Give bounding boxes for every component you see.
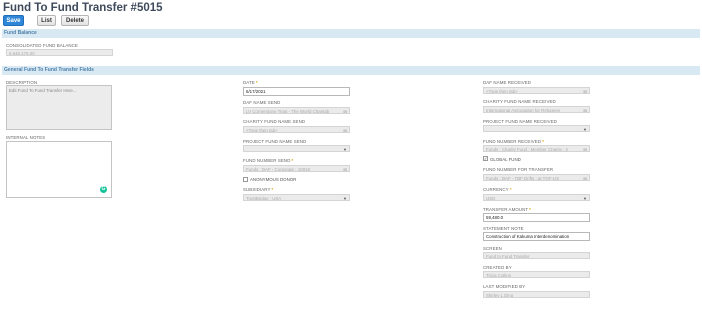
created-by-field: Tricia Collins — [483, 271, 590, 278]
page-title: Fund To Fund Transfer #5015 — [3, 2, 163, 14]
description-textarea[interactable]: Edit Fund To Fund Transfer Here... — [6, 85, 112, 130]
field-value: Shirley L Ding — [486, 293, 514, 298]
subsidiary-label: SUBSIDIARY* — [243, 187, 274, 192]
date-label: DATE* — [243, 80, 258, 85]
field-value: TrustBridge : USA — [246, 196, 282, 201]
fund-number-send-field[interactable]: Funds : DAF - Corporate : 10019 ▤ — [243, 165, 350, 172]
project-fund-name-send-select[interactable]: ▼ — [243, 145, 350, 152]
subsidiary-select[interactable]: TrustBridge : USA ▼ — [243, 194, 350, 201]
list-button[interactable]: List — [37, 15, 56, 26]
fund-number-received-label: FUND NUMBER RECEIVED* — [483, 139, 544, 144]
field-value: International Association for Refugees — [486, 108, 560, 113]
field-value: USD — [486, 196, 496, 201]
field-value: 6/17/2021 — [246, 89, 266, 94]
section-title: General Fund To Fund Transfer Fields — [4, 67, 94, 73]
internal-notes-textarea[interactable] — [6, 141, 112, 198]
delete-button[interactable]: Delete — [61, 15, 89, 26]
chevron-down-icon: ▼ — [343, 196, 347, 201]
section-header-fund-balance[interactable]: Fund Balance — [2, 29, 700, 38]
field-value: Funds : DAF - Corporate : 10019 — [246, 167, 310, 172]
field-value: Construction of Kakuma Interdenomination — [486, 234, 570, 239]
field-value: <Type then tab> — [246, 128, 278, 133]
charity-fund-name-received-field[interactable]: International Association for Refugees ▤ — [483, 106, 590, 113]
project-fund-name-send-label: PROJECT FUND NAME SEND — [243, 139, 307, 144]
statement-note-label: STATEMENT NOTE — [483, 226, 524, 231]
statement-note-field[interactable]: Construction of Kakuma Interdenomination — [483, 232, 590, 241]
daf-name-send-field[interactable]: LV Cornerstone Trust - The World Charita… — [243, 107, 350, 114]
charity-fund-name-send-label: CHARITY FUND NAME SEND — [243, 119, 306, 124]
fund-number-send-label: FUND NUMBER SEND* — [243, 158, 294, 163]
charity-fund-name-received-label: CHARITY FUND NAME RECEIVED — [483, 99, 556, 104]
field-value: 5,646,176.00 — [9, 51, 35, 56]
charity-fund-name-send-field[interactable]: <Type then tab> ▤ — [243, 126, 350, 133]
lock-icon: ▤ — [583, 108, 587, 113]
lock-icon: ▤ — [343, 128, 347, 133]
project-fund-name-received-label: PROJECT FUND NAME RECEIVED — [483, 119, 557, 124]
screen-field: Fund to Fund Transfer — [483, 252, 590, 259]
section-title: Fund Balance — [4, 30, 37, 36]
lock-icon: ▤ — [583, 147, 587, 152]
consolidated-fund-balance-field: 5,646,176.00 — [6, 49, 113, 56]
global-fund-label: GLOBAL FUND — [490, 157, 521, 162]
field-value: Funds : DAF - TBF Drifts : at TGF-US — [486, 176, 560, 181]
lock-icon: ▤ — [583, 89, 587, 94]
description-placeholder: Edit Fund To Fund Transfer Here... — [9, 88, 77, 93]
anonymous-donor-checkbox[interactable] — [243, 177, 248, 182]
screen-label: SCREEN — [483, 246, 502, 251]
date-field[interactable]: 6/17/2021 — [243, 87, 350, 96]
fund-number-transfer-label: FUND NUMBER FOR TRANSFER — [483, 167, 554, 172]
transfer-amount-field[interactable]: 59,480.0 — [483, 213, 590, 222]
daf-name-received-label: DAF NAME RECEIVED — [483, 80, 532, 85]
daf-name-send-label: DAF NAME SEND — [243, 100, 281, 105]
global-fund-checkbox[interactable]: ✓ — [483, 156, 488, 161]
field-value: 59,480.0 — [486, 215, 504, 220]
consolidated-fund-balance-label: CONSOLIDATED FUND BALANCE — [6, 43, 78, 48]
chevron-down-icon: ▼ — [583, 127, 587, 132]
project-fund-name-received-select[interactable]: ▼ — [483, 125, 590, 132]
lock-icon: ▤ — [343, 109, 347, 114]
fund-number-transfer-field[interactable]: Funds : DAF - TBF Drifts : at TGF-US ▤ — [483, 174, 590, 181]
chevron-down-icon: ▼ — [343, 147, 347, 152]
last-modified-by-label: LAST MODIFIED BY — [483, 284, 526, 289]
lock-icon: ▤ — [583, 176, 587, 181]
save-button[interactable]: Save — [3, 15, 24, 26]
section-header-general[interactable]: General Fund To Fund Transfer Fields — [2, 66, 700, 75]
daf-name-received-field[interactable]: <Type then tab> ▤ — [483, 87, 590, 94]
currency-select[interactable]: USD ▼ — [483, 194, 590, 201]
grammarly-icon[interactable]: G — [100, 186, 107, 193]
field-value: Tricia Collins — [486, 273, 511, 278]
field-value: <Type then tab> — [486, 89, 518, 94]
lock-icon: ▤ — [343, 167, 347, 172]
internal-notes-label: INTERNAL NOTES — [6, 135, 46, 140]
field-value: Funds : Charity Fund : Member Charity : … — [486, 147, 568, 152]
last-modified-by-field: Shirley L Ding — [483, 291, 590, 298]
field-value: LV Cornerstone Trust - The World Charita… — [246, 109, 330, 114]
created-by-label: CREATED BY — [483, 265, 512, 270]
chevron-down-icon: ▼ — [583, 196, 587, 201]
field-value: Fund to Fund Transfer — [486, 254, 530, 259]
transfer-amount-label: TRANSFER AMOUNT* — [483, 207, 531, 212]
fund-number-received-field[interactable]: Funds : Charity Fund : Member Charity : … — [483, 145, 590, 152]
anonymous-donor-label: ANONYMOUS DONOR — [250, 177, 297, 182]
currency-label: CURRENCY* — [483, 187, 512, 192]
